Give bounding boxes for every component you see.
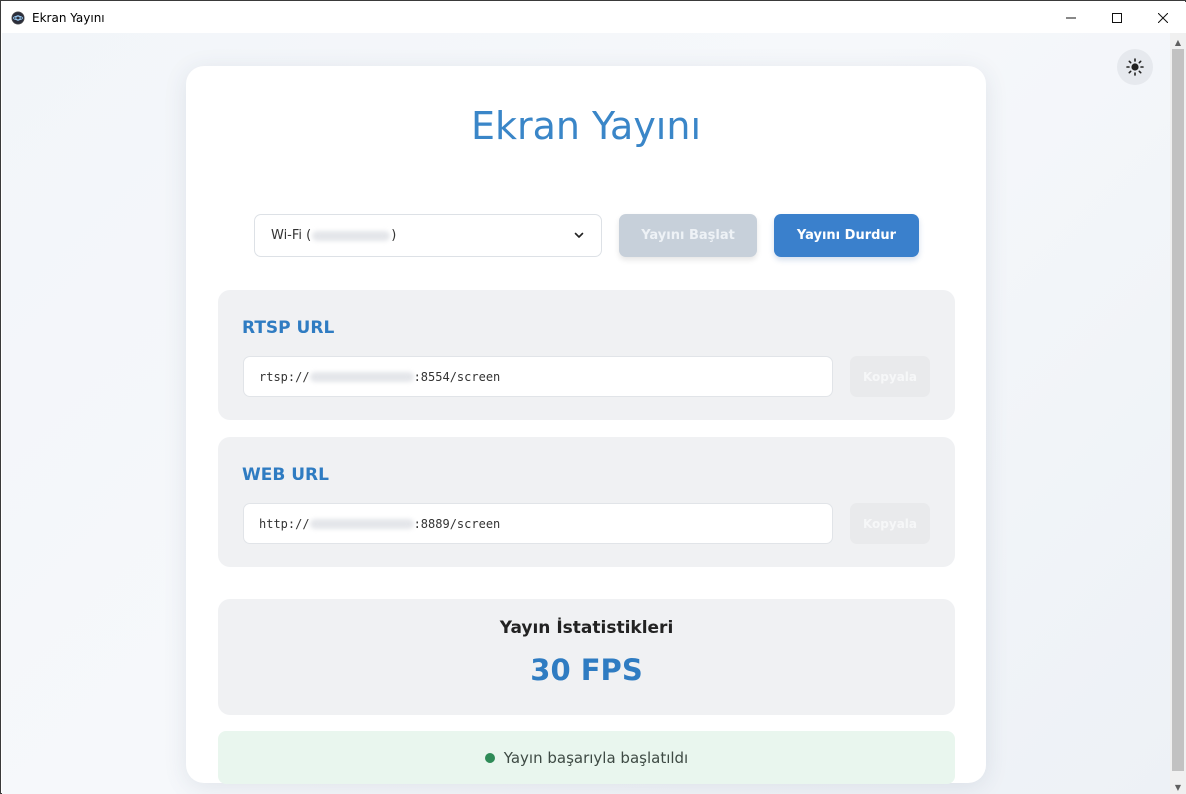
network-select[interactable]: Wi-Fi ( ) <box>254 214 602 257</box>
fps-value: 30 FPS <box>530 653 643 687</box>
client-area: Ekran Yayını Wi-Fi ( ) Yayını Başlat Yay… <box>2 33 1170 794</box>
status-dot-icon <box>484 752 495 763</box>
stats-panel: Yayın İstatistikleri 30 FPS <box>218 599 955 715</box>
scroll-up-arrow-icon[interactable]: ▲ <box>1170 35 1186 49</box>
stop-stream-button[interactable]: Yayını Durdur <box>774 214 919 257</box>
maximize-button[interactable] <box>1094 2 1140 33</box>
rtsp-url-field[interactable]: rtsp:// :8554/screen <box>243 356 833 397</box>
app-icon <box>10 10 26 26</box>
rtsp-url-prefix: rtsp:// <box>259 369 310 384</box>
web-title: WEB URL <box>242 465 329 485</box>
network-select-suffix: ) <box>391 228 397 243</box>
rtsp-url-suffix: :8554/screen <box>413 369 501 384</box>
close-button[interactable] <box>1140 2 1186 33</box>
title-bar[interactable]: Ekran Yayını <box>2 2 1186 33</box>
web-panel: WEB URL http:// :8889/screen Kopyala <box>218 437 955 567</box>
network-select-prefix: Wi-Fi ( <box>271 228 312 243</box>
status-message: Yayın başarıyla başlatıldı <box>503 748 689 767</box>
web-url-prefix: http:// <box>259 516 310 531</box>
page-title: Ekran Yayını <box>470 104 702 148</box>
vertical-scrollbar[interactable]: ▲ ▼ <box>1170 33 1186 794</box>
app-window: Ekran Yayını Ekran Yayını Wi-Fi () Yayı… <box>0 0 1186 794</box>
minimize-icon <box>1066 17 1076 18</box>
redacted-ip <box>309 371 414 382</box>
maximize-icon <box>1112 12 1122 23</box>
window-controls <box>1048 2 1186 33</box>
main-card: Ekran Yayını Wi-Fi ( ) Yayını Başlat Yay… <box>186 66 986 784</box>
status-message-bar: Yayın başarıyla başlatıldı <box>218 731 955 784</box>
window-title: Ekran Yayını <box>32 10 105 25</box>
theme-toggle-button[interactable] <box>1117 49 1153 85</box>
web-url-suffix: :8889/screen <box>413 516 501 531</box>
redacted-ip <box>312 230 391 241</box>
stats-title: Yayın İstatistikleri <box>499 618 674 638</box>
rtsp-panel: RTSP URL rtsp:// :8554/screen Kopyala <box>218 290 955 420</box>
start-stream-button[interactable]: Yayını Başlat <box>619 214 757 257</box>
scroll-down-arrow-icon[interactable]: ▼ <box>1170 780 1186 794</box>
sun-icon <box>1126 58 1144 76</box>
rtsp-copy-button[interactable]: Kopyala <box>850 356 930 397</box>
web-url-field[interactable]: http:// :8889/screen <box>243 503 833 544</box>
rtsp-title: RTSP URL <box>242 318 335 338</box>
web-copy-button[interactable]: Kopyala <box>850 503 930 544</box>
minimize-button[interactable] <box>1048 2 1094 33</box>
close-icon <box>1158 12 1168 23</box>
scroll-thumb[interactable] <box>1172 49 1184 771</box>
redacted-ip <box>309 518 414 529</box>
chevron-down-icon <box>574 232 584 238</box>
